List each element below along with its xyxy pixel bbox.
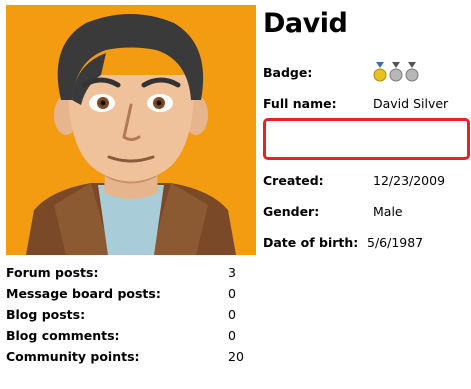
stat-row: Blog comments: 0 [6, 325, 244, 346]
stat-row: Blog posts: 0 [6, 304, 244, 325]
dob-row: Date of birth: 5/6/1987 [263, 230, 471, 254]
stat-label: Message board posts: [6, 286, 161, 301]
gender-value: Male [373, 203, 403, 219]
stat-label: Community points: [6, 349, 140, 364]
full-name-row: Full name: David Silver [263, 91, 471, 115]
avatar [6, 5, 256, 255]
highlight-box [263, 118, 470, 160]
stat-label: Forum posts: [6, 265, 99, 280]
stats-table: Forum posts: 3 Message board posts: 0 Bl… [6, 262, 244, 367]
stat-value: 20 [228, 349, 244, 364]
profile-name: David [263, 8, 348, 39]
gender-row: Gender: Male [263, 199, 471, 223]
silver-medal-icon [405, 62, 419, 82]
full-name-label: Full name: [263, 95, 337, 111]
stat-value: 3 [228, 265, 236, 280]
badge-row: Badge: [263, 60, 471, 84]
stat-value: 0 [228, 286, 236, 301]
stat-label: Blog comments: [6, 328, 120, 343]
gender-label: Gender: [263, 203, 320, 219]
dob-value: 5/6/1987 [367, 234, 424, 250]
stat-value: 0 [228, 328, 236, 343]
badge-label: Badge: [263, 64, 313, 80]
badge-medals [373, 62, 419, 82]
silver-medal-icon [389, 62, 403, 82]
stat-row: Forum posts: 3 [6, 262, 244, 283]
created-label: Created: [263, 172, 324, 188]
stat-row: Community points: 20 [6, 346, 244, 367]
gold-medal-icon [373, 62, 387, 82]
stat-row: Message board posts: 0 [6, 283, 244, 304]
stat-label: Blog posts: [6, 307, 86, 322]
created-value: 12/23/2009 [373, 172, 446, 188]
stat-value: 0 [228, 307, 236, 322]
dob-label: Date of birth: [263, 234, 359, 250]
full-name-value: David Silver [373, 95, 449, 111]
created-row: Created: 12/23/2009 [263, 168, 471, 192]
